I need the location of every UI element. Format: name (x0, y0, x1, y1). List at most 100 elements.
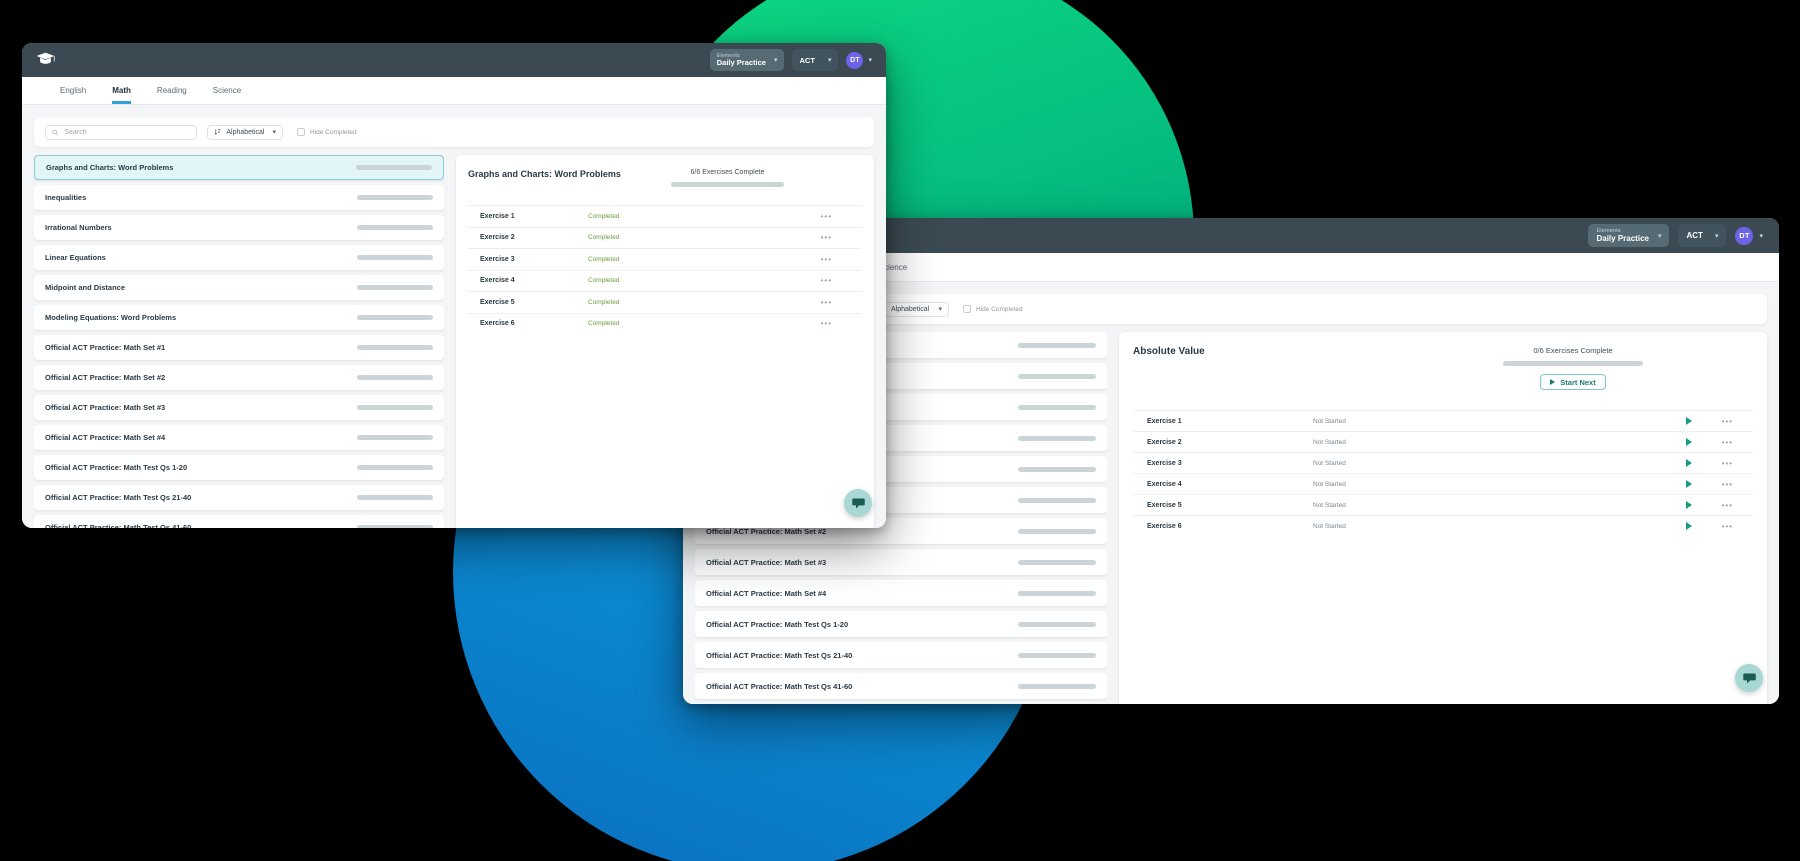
program-selector[interactable]: Elements Daily Practice ▾ (1588, 224, 1670, 247)
skill-list[interactable]: Graphs and Charts: Word Problems Inequali… (34, 155, 444, 528)
ellipsis-icon[interactable]: ••• (821, 233, 832, 242)
chat-launcher-button[interactable] (1735, 664, 1763, 692)
play-icon[interactable] (1685, 459, 1692, 467)
play-icon[interactable] (1685, 438, 1692, 446)
skill-list-item[interactable]: Midpoint and Distance (34, 275, 444, 300)
ellipsis-icon[interactable]: ••• (821, 255, 832, 264)
account-menu[interactable]: DT ▾ (846, 51, 872, 69)
exercise-status: Completed (588, 255, 620, 263)
test-selector[interactable]: ACT ▾ (792, 49, 839, 71)
skill-progress-bar (1018, 466, 1096, 472)
account-menu[interactable]: DT ▾ (1735, 226, 1763, 245)
detail-progress-bar (671, 182, 784, 187)
exercise-row[interactable]: Exercise 6 Completed ••• (468, 312, 862, 335)
exercise-row[interactable]: Exercise 3 Completed ••• (468, 248, 862, 270)
ellipsis-icon[interactable]: ••• (1722, 480, 1733, 489)
chevron-down-icon: ▾ (868, 57, 872, 64)
skill-name: Official ACT Practice: Math Test Qs 1-20 (706, 619, 849, 629)
skill-list-item[interactable]: Irrational Numbers (34, 215, 444, 240)
exercise-row[interactable]: Exercise 2 Not Started ••• (1133, 431, 1753, 452)
skill-list-item[interactable]: Official ACT Practice: Math Test Qs 41-6… (695, 673, 1107, 699)
exercise-list: Exercise 1 Not Started ••• Exercise 2 Not St… (1133, 410, 1753, 536)
skill-list-item[interactable]: Official ACT Practice: Math Set #4 (34, 425, 444, 450)
skill-list-item[interactable]: Graphs and Charts: Word Problems (34, 155, 444, 180)
skill-progress-bar (357, 495, 433, 500)
detail-progress-group: 6/6 Exercises Complete (671, 169, 784, 187)
skill-list-item[interactable]: Modeling Equations: Word Problems (34, 305, 444, 330)
test-selector[interactable]: ACT ▾ (1678, 224, 1727, 247)
ellipsis-icon[interactable]: ••• (821, 212, 832, 221)
skill-name: Official ACT Practice: Math Set #3 (706, 557, 827, 567)
skill-progress-bar (1018, 652, 1096, 658)
play-icon[interactable] (1685, 522, 1692, 530)
tab-english[interactable]: English (60, 86, 86, 104)
ellipsis-icon[interactable]: ••• (1722, 522, 1733, 531)
search-box[interactable] (45, 124, 197, 140)
detail-header: Absolute Value 0/6 Exercises Complete St… (1133, 346, 1753, 390)
exercise-status: Not Started (1313, 459, 1346, 467)
skill-list-item[interactable]: Official ACT Practice: Math Test Qs 41-6… (34, 515, 444, 528)
skill-list-item[interactable]: Official ACT Practice: Math Set #2 (34, 365, 444, 390)
skill-list-item[interactable]: Official ACT Practice: Math Set #3 (34, 395, 444, 420)
ellipsis-icon[interactable]: ••• (821, 319, 832, 328)
program-selector[interactable]: Elements Daily Practice ▾ (709, 49, 785, 71)
hide-completed-toggle[interactable]: Hide Completed (297, 128, 357, 136)
tab-math[interactable]: Math (112, 86, 131, 104)
skill-list-item[interactable]: Official ACT Practice: Math Test Qs 21-4… (695, 642, 1107, 668)
graduation-cap-icon (36, 51, 55, 65)
exercise-row[interactable]: Exercise 4 Not Started ••• (1133, 473, 1753, 494)
exercise-row[interactable]: Exercise 3 Not Started ••• (1133, 452, 1753, 473)
skill-progress-bar (1018, 404, 1096, 410)
tab-science[interactable]: Science (213, 86, 241, 104)
detail-title: Absolute Value (1133, 346, 1205, 357)
exercise-status: Not Started (1313, 417, 1346, 425)
skill-list-item[interactable]: Official ACT Practice: Math Test Qs 1-20 (34, 455, 444, 480)
skill-list-item[interactable]: Linear Equations (34, 245, 444, 270)
ellipsis-icon[interactable]: ••• (1722, 459, 1733, 468)
sort-value: Alphabetical (226, 128, 265, 136)
exercise-row[interactable]: Exercise 2 Completed ••• (468, 226, 862, 249)
exercise-row[interactable]: Exercise 5 Not Started ••• (1133, 494, 1753, 515)
skill-detail-panel: Absolute Value 0/6 Exercises Complete St… (1119, 332, 1767, 704)
screenshot-canvas: Elements Daily Practice ▾ ACT ▾ DT ▾ Eng… (0, 0, 1800, 861)
exercise-row[interactable]: Exercise 1 Not Started ••• (1133, 410, 1753, 431)
hide-completed-toggle[interactable]: Hide Completed (963, 305, 1023, 313)
start-next-button[interactable]: Start Next (1540, 374, 1606, 390)
skill-list-item[interactable]: Official ACT Practice: Math Test Qs 1-20 (695, 611, 1107, 637)
chat-launcher-button[interactable] (844, 489, 872, 517)
checkbox[interactable] (297, 128, 305, 136)
ellipsis-icon[interactable]: ••• (1722, 501, 1733, 510)
ellipsis-icon[interactable]: ••• (821, 276, 832, 285)
detail-header: Graphs and Charts: Word Problems 6/6 Exe… (468, 169, 862, 187)
ellipsis-icon[interactable]: ••• (821, 298, 832, 307)
exercise-row[interactable]: Exercise 5 Completed ••• (468, 291, 862, 313)
exercise-status: Completed (588, 298, 620, 306)
search-input[interactable] (62, 127, 190, 137)
skill-list-item[interactable]: Official ACT Practice: Math Set #3 (695, 549, 1107, 575)
play-icon[interactable] (1685, 417, 1692, 425)
chat-bubble-icon (851, 498, 865, 508)
exercise-row[interactable]: Exercise 6 Not Started ••• (1133, 515, 1753, 536)
skill-name: Official ACT Practice: Math Test Qs 41-6… (706, 681, 853, 691)
exercise-row[interactable]: Exercise 4 Completed ••• (468, 269, 862, 292)
skill-progress-bar (1018, 621, 1096, 627)
exercise-row[interactable]: Exercise 1 Completed ••• (468, 205, 862, 227)
play-icon[interactable] (1685, 480, 1692, 488)
skill-name: Midpoint and Distance (45, 283, 126, 292)
checkbox[interactable] (963, 305, 971, 313)
skill-list-item[interactable]: Inequalities (34, 185, 444, 210)
sort-dropdown[interactable]: Alphabetical ▾ (207, 124, 283, 140)
skill-list-item[interactable]: Official ACT Practice: Math Test Qs 21-4… (34, 485, 444, 510)
app-logo[interactable] (36, 51, 55, 65)
start-next-label: Start Next (1560, 377, 1596, 387)
ellipsis-icon[interactable]: ••• (1722, 417, 1733, 426)
ellipsis-icon[interactable]: ••• (1722, 438, 1733, 447)
tab-reading[interactable]: Reading (157, 86, 187, 104)
play-icon[interactable] (1685, 501, 1692, 509)
skill-progress-bar (1018, 435, 1096, 441)
skill-list-item[interactable]: Official ACT Practice: Math Set #1 (34, 335, 444, 360)
exercise-name: Exercise 2 (480, 234, 515, 242)
skill-list-item[interactable]: Official ACT Practice: Math Set #4 (695, 580, 1107, 606)
chevron-down-icon: ▾ (1714, 232, 1719, 240)
skill-progress-bar (357, 405, 433, 410)
